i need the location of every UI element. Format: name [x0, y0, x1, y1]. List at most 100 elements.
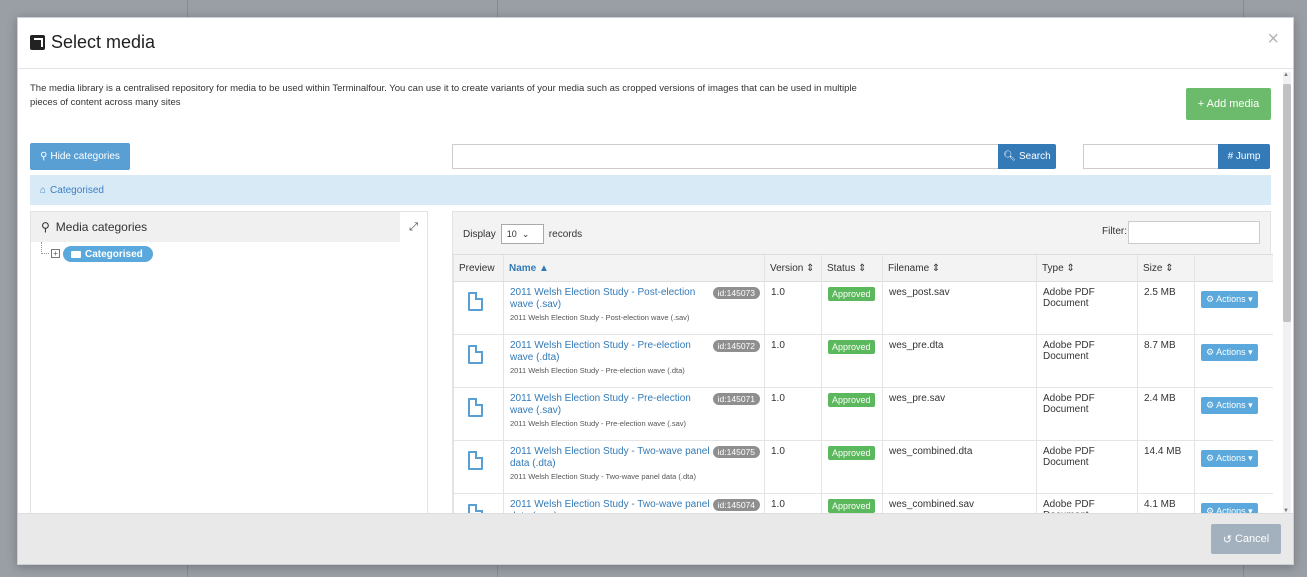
dialog-header: Select media ×: [18, 18, 1293, 69]
folder-icon: [71, 250, 81, 258]
media-id-badge: id:145072: [712, 340, 760, 352]
status-cell: Approved: [821, 281, 883, 335]
hide-categories-button[interactable]: ⚲ Hide categories: [30, 143, 130, 170]
size-cell: 2.4 MB: [1137, 387, 1195, 441]
breadcrumb-categorised[interactable]: Categorised: [50, 185, 104, 196]
status-cell: Approved: [821, 334, 883, 388]
table-header-row: Preview Name ▲ Version ⇕ Status ⇕ Filena…: [453, 254, 1273, 282]
table-row: 2011 Welsh Election Study - Two-wave pan…: [453, 440, 1273, 494]
close-button[interactable]: ×: [1267, 28, 1279, 51]
records-per-page-select[interactable]: 10 ⌄: [500, 224, 544, 244]
cancel-label: Cancel: [1234, 533, 1270, 545]
col-size[interactable]: Size ⇕: [1137, 254, 1195, 282]
display-label: Display: [463, 228, 496, 240]
col-actions: [1194, 254, 1273, 282]
table-row: 2011 Welsh Election Study - Pre-election…: [453, 387, 1273, 441]
hide-categories-label: Hide categories: [50, 151, 120, 162]
preview-cell: [453, 493, 504, 515]
status-cell: Approved: [821, 440, 883, 494]
preview-cell: [453, 440, 504, 494]
col-type[interactable]: Type ⇕: [1036, 254, 1138, 282]
filename-cell: wes_combined.dta: [882, 440, 1037, 494]
dialog-title-text: Select media: [51, 32, 156, 52]
records-toolbar: Display 10 ⌄ records Filter:: [453, 212, 1270, 254]
search-icon: 🔍︎: [1003, 151, 1016, 162]
search-label: Search: [1019, 151, 1051, 162]
records-per-page-value: 10: [506, 229, 517, 239]
media-description: 2011 Welsh Election Study - Two-wave pan…: [510, 472, 696, 481]
records-label: records: [548, 228, 583, 240]
media-description: 2011 Welsh Election Study - Post-electio…: [510, 313, 690, 322]
actions-dropdown-button[interactable]: ⚙ Actions ▾: [1201, 397, 1258, 414]
type-cell: Adobe PDF Document: [1036, 281, 1138, 335]
version-cell: 1.0: [764, 281, 822, 335]
scroll-up-icon[interactable]: ▲: [1283, 72, 1289, 78]
media-name-link[interactable]: 2011 Welsh Election Study - Pre-election…: [510, 340, 710, 364]
jump-button[interactable]: # Jump: [1218, 144, 1270, 169]
version-cell: 1.0: [764, 440, 822, 494]
tree-node-label: Categorised: [85, 248, 143, 260]
size-cell: 2.5 MB: [1137, 281, 1195, 335]
col-filename[interactable]: Filename ⇕: [882, 254, 1037, 282]
status-cell: Approved: [821, 387, 883, 441]
filter-label: Filter:: [1102, 226, 1127, 237]
search-input[interactable]: [452, 144, 998, 169]
file-icon[interactable]: [468, 292, 483, 311]
add-media-button[interactable]: + Add media: [1186, 88, 1271, 120]
actions-dropdown-button[interactable]: ⚙ Actions ▾: [1201, 291, 1258, 308]
filter-input[interactable]: [1128, 221, 1260, 244]
status-cell: Approved: [821, 493, 883, 515]
media-description: 2011 Welsh Election Study - Pre-election…: [510, 419, 687, 428]
media-description: 2011 Welsh Election Study - Pre-election…: [510, 366, 685, 375]
type-cell: Adobe PDF Document: [1036, 440, 1138, 494]
media-table: Preview Name ▲ Version ⇕ Status ⇕ Filena…: [453, 254, 1273, 515]
filename-cell: wes_post.sav: [882, 281, 1037, 335]
file-icon[interactable]: [468, 451, 483, 470]
version-cell: 1.0: [764, 387, 822, 441]
home-icon: ⌂: [40, 184, 47, 196]
cancel-button[interactable]: ↺ Cancel: [1211, 524, 1281, 554]
status-badge: Approved: [828, 446, 875, 460]
tree-node-categorised[interactable]: Categorised: [63, 246, 153, 262]
actions-cell: ⚙ Actions ▾: [1194, 281, 1273, 335]
filename-cell: wes_pre.dta: [882, 334, 1037, 388]
name-cell: 2011 Welsh Election Study - Two-wave pan…: [503, 440, 765, 494]
actions-dropdown-button[interactable]: ⚙ Actions ▾: [1201, 344, 1258, 361]
media-name-link[interactable]: 2011 Welsh Election Study - Pre-election…: [510, 393, 710, 417]
media-name-link[interactable]: 2011 Welsh Election Study - Two-wave pan…: [510, 446, 710, 470]
filename-cell: wes_pre.sav: [882, 387, 1037, 441]
expand-node-icon[interactable]: +: [51, 249, 60, 258]
table-row: 2011 Welsh Election Study - Post-electio…: [453, 281, 1273, 335]
dialog-scrollbar[interactable]: ▲ ▼: [1281, 72, 1291, 514]
col-preview: Preview: [453, 254, 504, 282]
tree-connector: [41, 242, 49, 254]
col-name[interactable]: Name ▲: [503, 254, 765, 282]
records-panel: Display 10 ⌄ records Filter: Preview Nam…: [452, 211, 1273, 515]
status-badge: Approved: [828, 499, 875, 513]
sitemap-icon: ⚲: [41, 220, 50, 234]
type-cell: Adobe PDF Document: [1036, 387, 1138, 441]
table-row: 2011 Welsh Election Study - Pre-election…: [453, 334, 1273, 388]
actions-dropdown-button[interactable]: ⚙ Actions ▾: [1201, 450, 1258, 467]
col-status[interactable]: Status ⇕: [821, 254, 883, 282]
media-id-badge: id:145071: [712, 393, 760, 405]
name-cell: 2011 Welsh Election Study - Pre-election…: [503, 387, 765, 441]
expand-icon[interactable]: ⤢: [400, 212, 427, 242]
jump-input[interactable]: [1083, 144, 1218, 169]
media-id-badge: id:145073: [712, 287, 760, 299]
filename-cell: wes_combined.sav: [882, 493, 1037, 515]
file-icon[interactable]: [468, 345, 483, 364]
col-version[interactable]: Version ⇕: [764, 254, 822, 282]
media-id-badge: id:145074: [712, 499, 760, 511]
breadcrumb: ⌂ Categorised: [30, 175, 1271, 205]
search-button[interactable]: 🔍︎ Search: [998, 144, 1056, 169]
actions-cell: ⚙ Actions ▾: [1194, 387, 1273, 441]
intro-text: The media library is a centralised repos…: [30, 83, 857, 108]
actions-cell: ⚙ Actions ▾: [1194, 493, 1273, 515]
status-badge: Approved: [828, 393, 875, 407]
file-icon[interactable]: [468, 398, 483, 417]
chevron-down-icon: ⌄: [521, 228, 530, 239]
media-name-link[interactable]: 2011 Welsh Election Study - Post-electio…: [510, 287, 710, 311]
scrollbar-thumb[interactable]: [1283, 84, 1291, 322]
dialog-body: The media library is a centralised repos…: [18, 70, 1293, 515]
